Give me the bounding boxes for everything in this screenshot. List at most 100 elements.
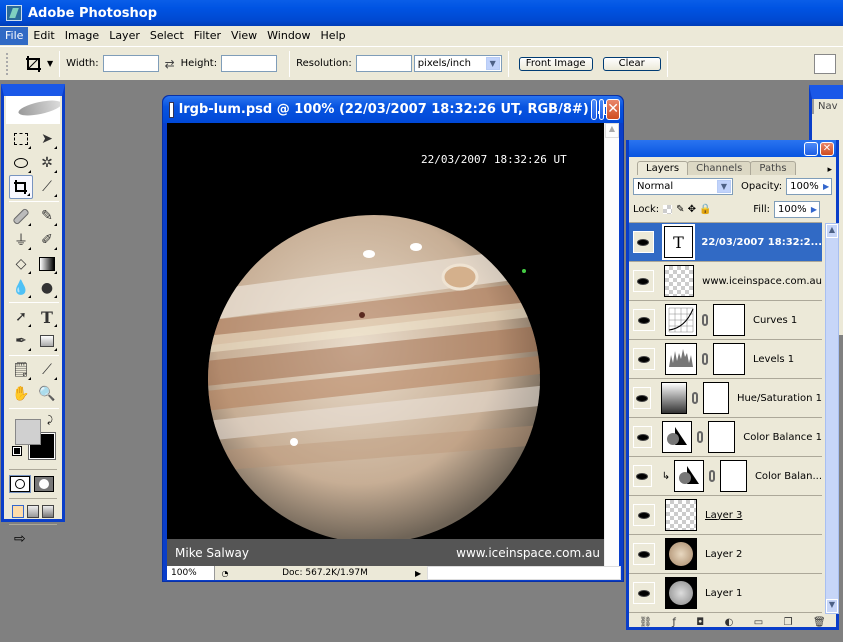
- lock-image-pixels-icon[interactable]: ✎: [676, 204, 684, 215]
- menu-layer[interactable]: Layer: [104, 27, 145, 45]
- minimize-button[interactable]: [590, 99, 605, 120]
- eraser-tool-icon[interactable]: ◇: [9, 252, 33, 276]
- fill-input[interactable]: 100% ▶: [774, 201, 820, 218]
- maximize-button[interactable]: [598, 99, 616, 120]
- layer-row[interactable]: www.iceinspace.com.au: [629, 262, 822, 301]
- full-screen-mode-button[interactable]: [42, 505, 54, 518]
- layer-mask-link-icon[interactable]: [702, 314, 708, 326]
- horizontal-scrollbar[interactable]: [427, 566, 621, 580]
- eyedropper-tool-icon[interactable]: ⟋: [35, 358, 59, 382]
- visibility-eye-icon[interactable]: [633, 465, 652, 487]
- tab-paths[interactable]: Paths: [750, 161, 796, 175]
- layer-style-icon[interactable]: ƒ: [672, 617, 676, 628]
- pen-tool-icon[interactable]: ✒: [9, 329, 33, 353]
- healing-brush-tool-icon[interactable]: [9, 204, 33, 228]
- options-bar-grip[interactable]: [6, 52, 9, 75]
- lock-transparent-pixels-icon[interactable]: [663, 205, 673, 214]
- new-group-icon[interactable]: ▭: [754, 617, 763, 628]
- add-layer-mask-icon[interactable]: ◘: [696, 617, 704, 628]
- opacity-input[interactable]: 100% ▶: [786, 177, 833, 195]
- visibility-eye-icon[interactable]: [633, 543, 655, 565]
- front-image-button[interactable]: Front Image: [518, 56, 593, 71]
- layer-mask-link-icon[interactable]: [692, 392, 698, 404]
- tool-preset-dropdown-icon[interactable]: ▼: [47, 59, 53, 68]
- scroll-down-arrow-icon[interactable]: ▼: [826, 599, 838, 613]
- resolution-units-select[interactable]: pixels/inch ▼: [413, 55, 502, 72]
- history-brush-tool-icon[interactable]: ✐: [35, 228, 59, 252]
- dodge-tool-icon[interactable]: ●: [35, 276, 59, 300]
- tab-channels[interactable]: Channels: [687, 161, 752, 175]
- layer-row[interactable]: Levels 1: [629, 340, 822, 379]
- layers-panel-titlebar[interactable]: ✕: [629, 140, 836, 157]
- gradient-tool-icon[interactable]: [35, 252, 59, 276]
- visibility-eye-icon[interactable]: [633, 387, 652, 409]
- opacity-slider-arrow-icon[interactable]: ▶: [823, 182, 831, 191]
- width-input[interactable]: [102, 55, 159, 72]
- rectangular-marquee-tool-icon[interactable]: [9, 127, 33, 151]
- menu-select[interactable]: Select: [145, 27, 189, 45]
- lock-position-icon[interactable]: ✥: [688, 204, 696, 215]
- layer-row[interactable]: ↳ Color Balan...: [629, 457, 822, 496]
- resolution-input[interactable]: [355, 55, 412, 72]
- layer-row[interactable]: T 22/03/2007 18:32:2...: [629, 223, 822, 262]
- photoshop-feather-logo[interactable]: [6, 96, 60, 124]
- swap-arrows-icon[interactable]: ⇄: [165, 57, 175, 71]
- menu-edit[interactable]: Edit: [28, 27, 59, 45]
- visibility-eye-icon[interactable]: [633, 270, 654, 292]
- menu-file[interactable]: File: [0, 27, 29, 45]
- slice-tool-icon[interactable]: ⟋: [35, 175, 59, 199]
- clear-button[interactable]: Clear: [602, 56, 661, 71]
- scroll-up-arrow-icon[interactable]: ▲: [826, 224, 838, 238]
- visibility-eye-icon[interactable]: [633, 426, 653, 448]
- zoom-level-field[interactable]: 100%: [167, 566, 215, 580]
- close-button[interactable]: ✕: [606, 99, 621, 120]
- visibility-eye-icon[interactable]: [633, 309, 655, 331]
- jump-to-imageready-button[interactable]: ⇨: [14, 531, 52, 547]
- delete-layer-icon[interactable]: 🗑: [813, 617, 826, 628]
- layer-row[interactable]: Color Balance 1: [629, 418, 822, 457]
- panel-menu-icon[interactable]: ▸: [827, 165, 832, 175]
- crop-tool-preset-icon[interactable]: [23, 53, 45, 75]
- palette-well-icon[interactable]: [813, 53, 836, 74]
- menu-filter[interactable]: Filter: [189, 27, 226, 45]
- height-input[interactable]: [221, 55, 278, 72]
- layer-mask-link-icon[interactable]: [697, 431, 703, 443]
- menu-help[interactable]: Help: [316, 27, 351, 45]
- quick-mask-mode-button[interactable]: [34, 476, 54, 492]
- blend-mode-select[interactable]: Normal ▼: [633, 177, 733, 195]
- vertical-scrollbar[interactable]: ▲: [604, 123, 619, 566]
- document-titlebar[interactable]: lrgb-lum.psd @ 100% (22/03/2007 18:32:26…: [163, 96, 623, 123]
- clone-stamp-tool-icon[interactable]: ⏚: [9, 228, 33, 252]
- status-menu-arrow-icon[interactable]: ▶: [415, 569, 427, 578]
- layer-row[interactable]: Curves 1: [629, 301, 822, 340]
- shape-tool-icon[interactable]: [35, 329, 59, 353]
- visibility-eye-icon[interactable]: [633, 582, 655, 604]
- visibility-eye-icon[interactable]: [633, 231, 654, 253]
- link-layers-icon[interactable]: ⛓: [639, 617, 652, 628]
- menu-image[interactable]: Image: [60, 27, 104, 45]
- tab-navigator[interactable]: Nav: [812, 99, 843, 114]
- layer-mask-link-icon[interactable]: [702, 353, 708, 365]
- blur-tool-icon[interactable]: 💧: [9, 276, 33, 300]
- layer-row[interactable]: Layer 1: [629, 574, 822, 613]
- crop-tool-icon[interactable]: [9, 175, 33, 199]
- standard-mode-button[interactable]: [9, 475, 31, 493]
- hand-tool-icon[interactable]: ✋: [9, 382, 33, 406]
- lock-all-icon[interactable]: 🔒: [699, 204, 711, 215]
- status-info-icon[interactable]: ◔: [215, 569, 235, 578]
- standard-screen-mode-button[interactable]: [12, 505, 24, 518]
- layer-mask-link-icon[interactable]: [709, 470, 715, 482]
- scroll-up-arrow-icon[interactable]: ▲: [605, 123, 619, 138]
- tab-layers[interactable]: Layers: [637, 161, 689, 175]
- menu-window[interactable]: Window: [262, 27, 315, 45]
- move-tool-icon[interactable]: ➤: [35, 127, 59, 151]
- new-adjustment-layer-icon[interactable]: ◐: [725, 617, 734, 628]
- menu-view[interactable]: View: [226, 27, 262, 45]
- foreground-color-swatch[interactable]: [15, 419, 41, 445]
- new-layer-icon[interactable]: ❐: [784, 617, 793, 628]
- visibility-eye-icon[interactable]: [633, 504, 655, 526]
- layer-row[interactable]: Layer 3: [629, 496, 822, 535]
- swap-colors-icon[interactable]: ⤸: [47, 415, 53, 426]
- magic-wand-tool-icon[interactable]: ✲: [35, 151, 59, 175]
- zoom-tool-icon[interactable]: 🔍: [35, 382, 59, 406]
